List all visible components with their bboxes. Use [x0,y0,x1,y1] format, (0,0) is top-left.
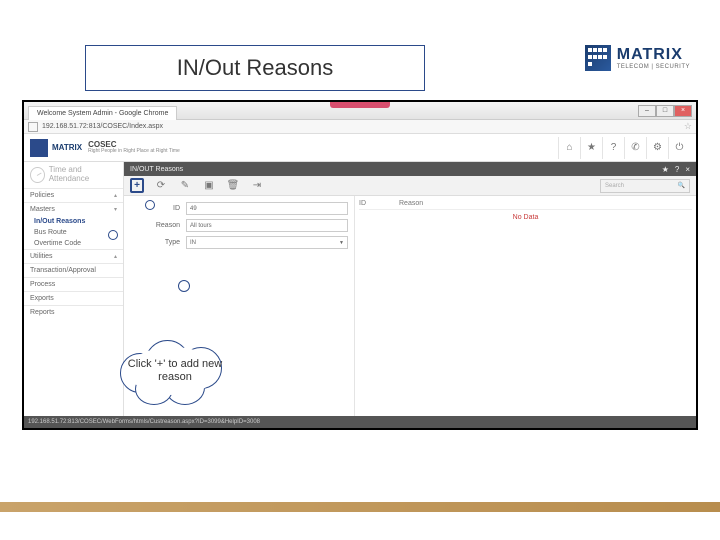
close-button[interactable]: × [674,105,692,117]
app-header: MATRIX COSEC Right People in Right Place… [24,134,696,162]
sidebar-section-process[interactable]: Process [24,277,123,291]
footer-stripe [0,502,720,512]
slide-title-box: IN/Out Reasons [85,45,425,91]
no-data-text: No Data [359,214,692,221]
help-icon[interactable]: ? [602,137,624,159]
sidebar-item-overtime-code[interactable]: Overtime Code [24,238,123,249]
page-icon [28,122,38,132]
search-placeholder: Search [605,183,624,189]
logo-main: MATRIX [617,46,690,64]
sidebar: Time and Attendance Policies ▴ Masters ▾… [24,162,124,428]
list-col-reason: Reason [399,200,423,207]
add-button[interactable]: + [130,178,144,193]
brand-logo: MATRIX TELECOM | SECURITY [585,45,690,71]
annotation-bubble-2 [108,230,118,240]
id-label: ID [130,205,180,212]
logo-mark-icon [585,45,611,71]
toolbar: + ⟳ ✎ ▣ 🗑 ⇥ Search 🔍 [124,176,696,196]
module-label: Time and Attendance [49,166,117,184]
id-field[interactable]: 49 [186,202,348,215]
list-column: ID Reason No Data [354,196,696,428]
sidebar-module-header[interactable]: Time and Attendance [24,162,123,188]
chevron-up-icon: ▴ [114,192,117,199]
save-icon[interactable]: ▣ [202,180,216,191]
type-label: Type [130,239,180,246]
annotation-bubble-1 [145,200,155,210]
address-bar: 192.168.51.72:813/COSEC/Index.aspx ☆ [24,120,696,134]
panel-titlebar: IN/OUT Reasons ★ ? × [124,162,696,176]
annotation-text: Click '+' to add new reason [110,335,240,407]
delete-icon[interactable]: 🗑 [226,180,240,191]
clock-icon [30,167,45,183]
app-logo-mark-icon [30,139,48,157]
search-icon: 🔍 [678,182,685,189]
home-icon[interactable]: ⌂ [558,137,580,159]
section-label: Masters [30,206,55,213]
list-col-id: ID [359,200,399,207]
bookmark-star-icon[interactable]: ☆ [684,121,692,132]
app-logo: MATRIX [30,139,82,157]
status-bar: 192.168.51.72:813/COSEC/WebForms/htmls/C… [24,416,696,428]
browser-titlebar: Welcome System Admin - Google Chrome – □… [24,102,696,120]
tab-title: Welcome System Admin - Google Chrome [37,110,168,117]
annotation-cloud: Click '+' to add new reason [110,335,240,407]
slide-title: IN/Out Reasons [177,55,334,81]
export-icon[interactable]: ⇥ [250,180,264,191]
favorite-icon[interactable]: ★ [662,165,669,174]
maximize-button[interactable]: □ [656,105,674,117]
sidebar-item-in-out-reasons[interactable]: In/Out Reasons [24,216,123,227]
reason-field[interactable]: All tours [186,219,348,232]
sidebar-section-exports[interactable]: Exports [24,291,123,305]
power-icon[interactable]: ⏻ [668,137,690,159]
sidebar-section-masters[interactable]: Masters ▾ [24,202,123,216]
sidebar-section-reports[interactable]: Reports [24,305,123,319]
restore-icon[interactable]: ⟳ [154,180,168,191]
logo-sub: TELECOM | SECURITY [617,64,690,70]
app-brand: MATRIX [52,144,82,152]
annotation-bubble-3 [178,280,190,292]
reason-label: Reason [130,222,180,229]
minimize-button[interactable]: – [638,105,656,117]
app-tagline: Right People in Right Place at Right Tim… [88,149,180,154]
sidebar-section-utilities[interactable]: Utilities▴ [24,249,123,263]
status-text: 192.168.51.72:813/COSEC/WebForms/htmls/C… [28,419,260,425]
help-panel-icon[interactable]: ? [675,165,679,174]
theme-accent [330,102,390,108]
browser-tab[interactable]: Welcome System Admin - Google Chrome [28,106,177,120]
settings-icon[interactable]: ⚙ [646,137,668,159]
section-label: Policies [30,192,54,199]
type-select[interactable]: IN [186,236,348,249]
close-panel-icon[interactable]: × [685,165,690,174]
edit-icon[interactable]: ✎ [178,180,192,191]
chevron-down-icon: ▾ [114,206,117,213]
chevron-up-icon: ▴ [114,253,117,260]
star-icon[interactable]: ★ [580,137,602,159]
url-text[interactable]: 192.168.51.72:813/COSEC/Index.aspx [42,123,163,130]
phone-icon[interactable]: ✆ [624,137,646,159]
sidebar-section-transaction[interactable]: Transaction/Approval [24,263,123,277]
panel-title: IN/OUT Reasons [130,166,183,173]
sidebar-section-policies[interactable]: Policies ▴ [24,188,123,202]
search-input[interactable]: Search 🔍 [600,179,690,193]
